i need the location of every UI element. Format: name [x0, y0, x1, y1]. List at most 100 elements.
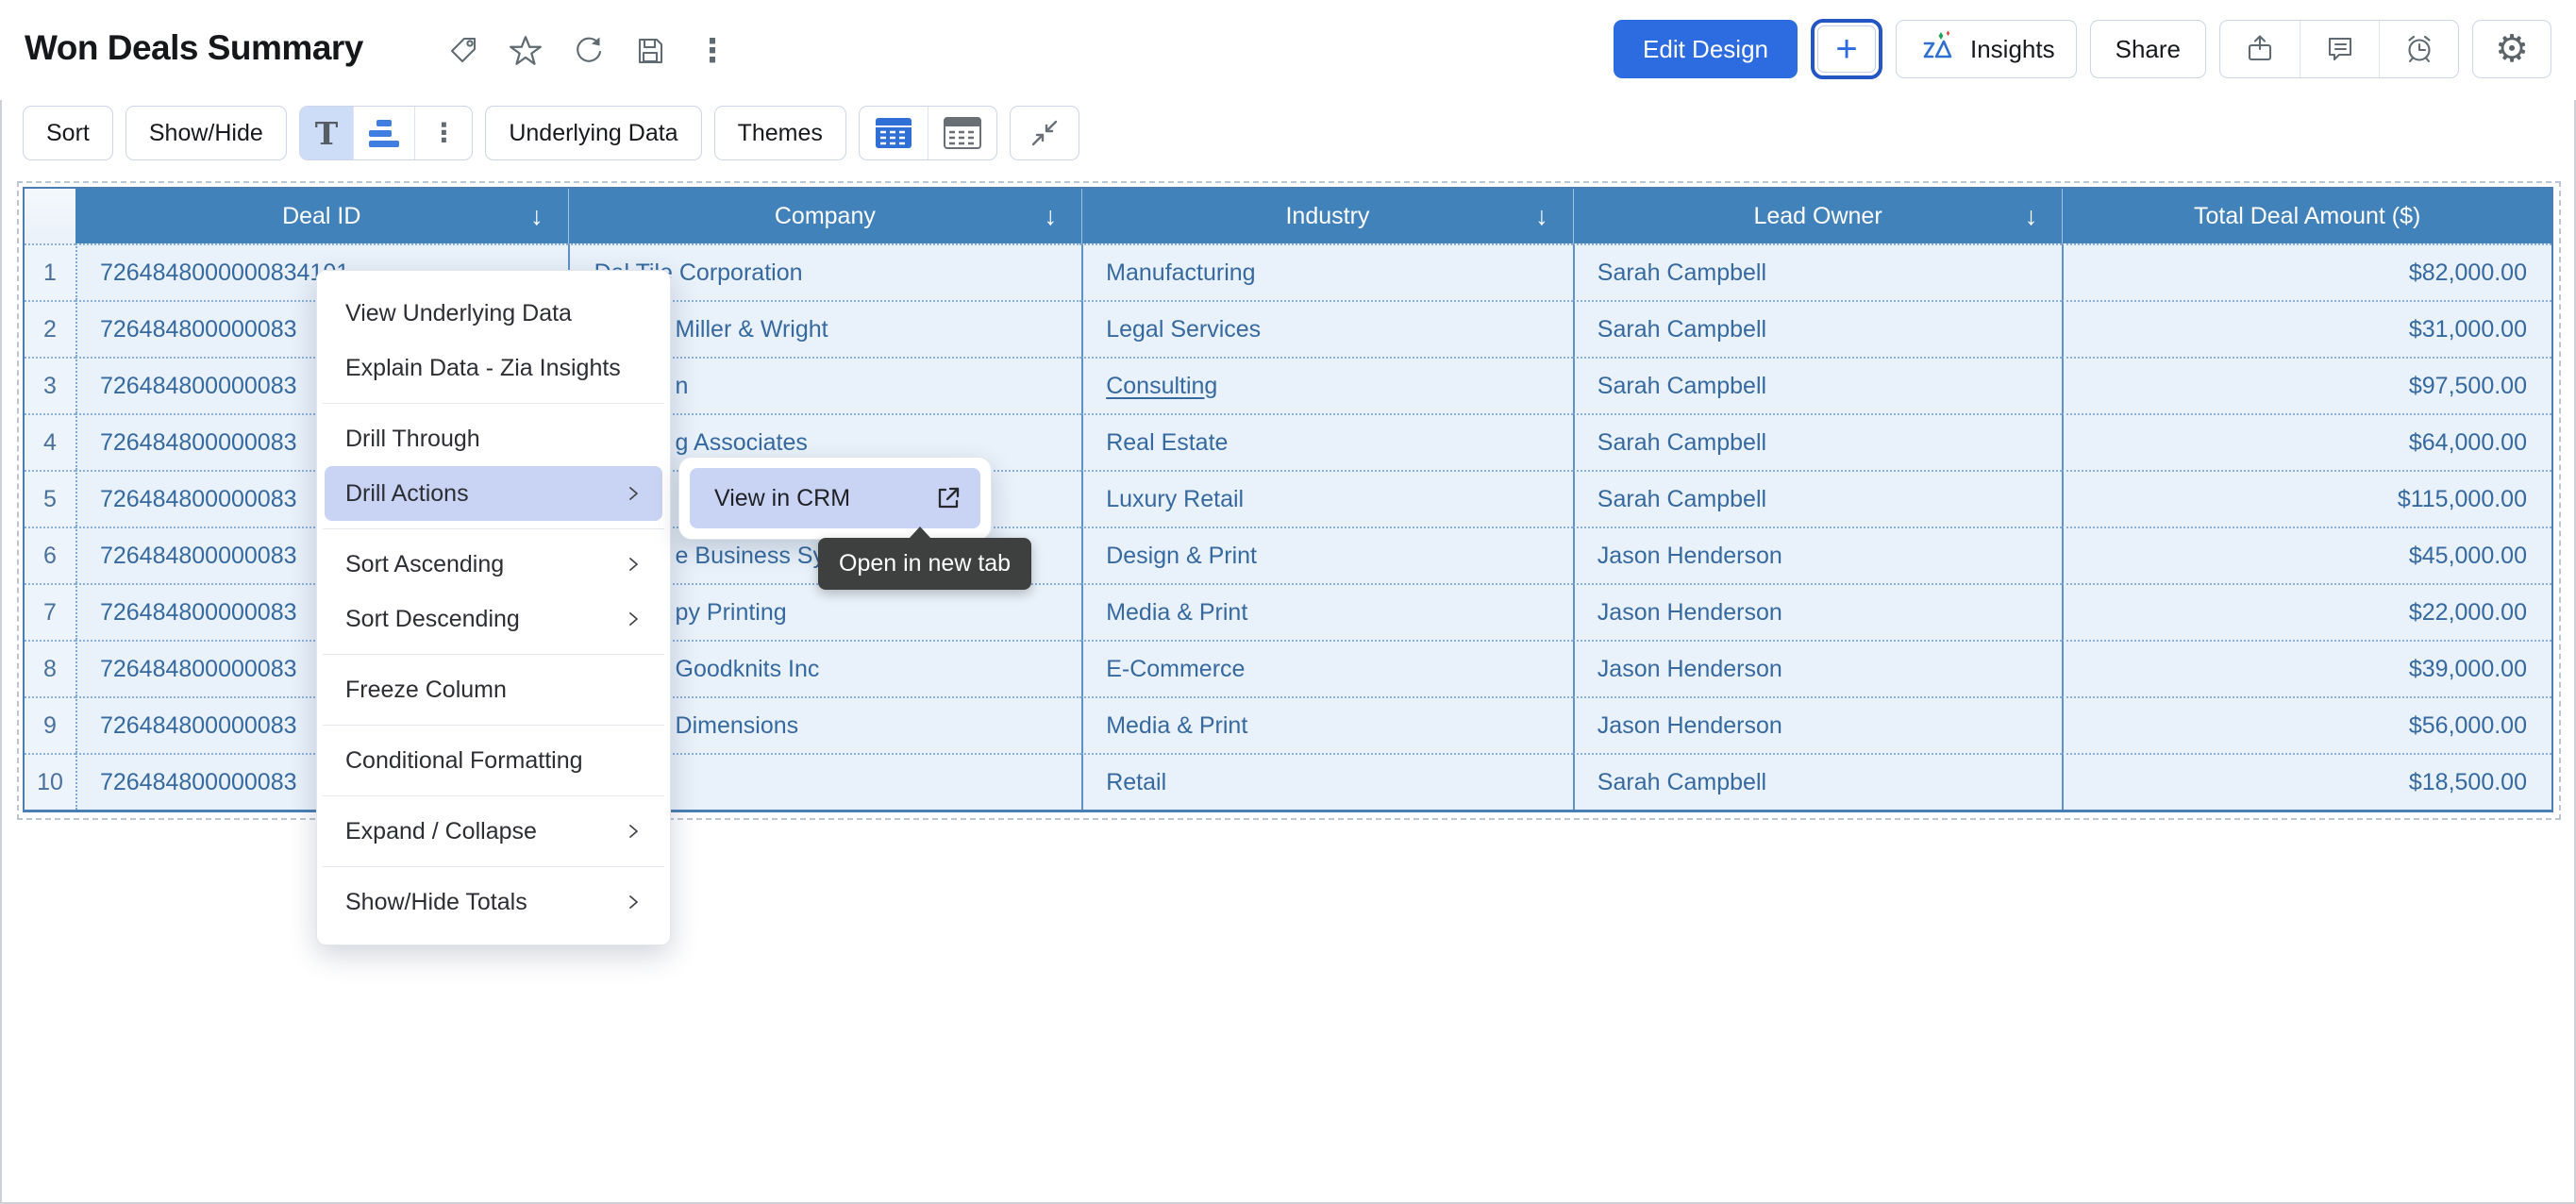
menu-divider [323, 654, 664, 655]
cell-industry[interactable]: Real Estate [1081, 413, 1573, 470]
cell-lead-owner[interactable]: Sarah Campbell [1573, 243, 2063, 300]
insights-button[interactable]: Insights [1896, 20, 2077, 78]
menu-item-sort-ascending[interactable]: Sort Ascending [317, 537, 670, 592]
row-number: 1 [25, 243, 75, 300]
cell-amount[interactable]: $82,000.00 [2062, 243, 2551, 300]
cell-amount[interactable]: $22,000.00 [2062, 583, 2551, 640]
more-vertical-icon[interactable]: ⋮ [414, 107, 472, 159]
cell-amount[interactable]: $18,500.00 [2062, 753, 2551, 810]
chevron-right-icon [625, 556, 642, 573]
show-hide-button[interactable]: Show/Hide [125, 106, 287, 160]
cell-lead-owner[interactable]: Jason Henderson [1573, 696, 2063, 753]
comment-icon[interactable] [2300, 21, 2379, 77]
cell-amount[interactable]: $97,500.00 [2062, 357, 2551, 413]
cell-amount[interactable]: $64,000.00 [2062, 413, 2551, 470]
cell-amount[interactable]: $56,000.00 [2062, 696, 2551, 753]
underlying-data-button[interactable]: Underlying Data [485, 106, 701, 160]
cell-industry[interactable]: Legal Services [1081, 300, 1573, 357]
more-vertical-icon[interactable]: ⋮ [693, 31, 732, 71]
sort-button[interactable]: Sort [23, 106, 113, 160]
cell-industry[interactable]: Media & Print [1081, 696, 1573, 753]
menu-item-label: Drill Actions [345, 480, 469, 508]
settings-gear-icon[interactable]: ⚙ [2472, 20, 2551, 78]
sort-arrow-icon[interactable]: ↓ [1045, 202, 1058, 231]
cell-lead-owner[interactable]: Sarah Campbell [1573, 753, 2063, 810]
menu-item-view-underlying-data[interactable]: View Underlying Data [317, 286, 670, 341]
menu-item-sort-descending[interactable]: Sort Descending [317, 592, 670, 646]
table-gray-icon[interactable] [928, 107, 996, 159]
menu-divider [323, 403, 664, 404]
view-toggle-group: T ⋮ [299, 106, 474, 160]
cell-amount[interactable]: $39,000.00 [2062, 640, 2551, 696]
cell-industry[interactable]: E-Commerce [1081, 640, 1573, 696]
save-icon[interactable] [630, 31, 670, 71]
cell-lead-owner[interactable]: Sarah Campbell [1573, 357, 2063, 413]
cell-industry[interactable]: Design & Print [1081, 527, 1573, 583]
menu-item-expand-collapse[interactable]: Expand / Collapse [317, 804, 670, 859]
cell-amount[interactable]: $115,000.00 [2062, 470, 2551, 527]
page-title: Won Deals Summary [25, 28, 363, 68]
cell-industry[interactable]: Consulting [1081, 357, 1573, 413]
view-in-crm-item[interactable]: View in CRM [690, 468, 980, 528]
collapse-icon [1028, 116, 1062, 150]
header-icon-group [2219, 20, 2459, 78]
column-header-label: Industry [1285, 203, 1369, 230]
column-header-company[interactable]: Company↓ [568, 189, 1082, 243]
row-number: 2 [25, 300, 75, 357]
menu-divider [323, 528, 664, 529]
menu-item-freeze-column[interactable]: Freeze Column [317, 662, 670, 717]
row-number: 6 [25, 527, 75, 583]
themes-button[interactable]: Themes [714, 106, 846, 160]
row-number: 5 [25, 470, 75, 527]
chevron-right-icon [625, 894, 642, 911]
star-icon[interactable] [506, 31, 545, 71]
cell-lead-owner[interactable]: Sarah Campbell [1573, 413, 2063, 470]
header-actions: Edit Design + Insights Share [1614, 19, 2551, 79]
view-toolbar: Sort Show/Hide T ⋮ Underlying Data Theme… [23, 106, 1079, 160]
share-button[interactable]: Share [2090, 20, 2206, 78]
external-link-icon[interactable] [933, 483, 963, 513]
menu-item-label: Expand / Collapse [345, 818, 537, 845]
menu-item-show-hide-totals[interactable]: Show/Hide Totals [317, 875, 670, 929]
view-in-crm-label: View in CRM [714, 485, 850, 512]
collapse-toolbar-button[interactable] [1010, 106, 1079, 160]
cell-lead-owner[interactable]: Sarah Campbell [1573, 300, 2063, 357]
sort-arrow-icon[interactable]: ↓ [1535, 202, 1548, 231]
menu-item-drill-actions[interactable]: Drill Actions [325, 466, 662, 521]
cell-amount[interactable]: $31,000.00 [2062, 300, 2551, 357]
cell-industry[interactable]: Retail [1081, 753, 1573, 810]
cell-lead-owner[interactable]: Sarah Campbell [1573, 470, 2063, 527]
tag-icon[interactable] [443, 31, 483, 71]
edit-design-button[interactable]: Edit Design [1614, 20, 1798, 78]
table-blue-icon[interactable] [860, 107, 928, 159]
add-button[interactable]: + [1811, 19, 1882, 79]
cell-industry[interactable]: Luxury Retail [1081, 470, 1573, 527]
cell-lead-owner[interactable]: Jason Henderson [1573, 640, 2063, 696]
title-icon-row: ⋮ [443, 31, 732, 71]
text-view-icon[interactable]: T [300, 107, 354, 159]
export-icon[interactable] [2220, 21, 2300, 77]
refresh-icon[interactable] [568, 31, 608, 71]
column-header-lead-owner[interactable]: Lead Owner↓ [1573, 189, 2063, 243]
cell-lead-owner[interactable]: Jason Henderson [1573, 527, 2063, 583]
column-header-industry[interactable]: Industry ↓ [1081, 189, 1573, 243]
cell-lead-owner[interactable]: Jason Henderson [1573, 583, 2063, 640]
column-header-label: Deal ID [282, 203, 360, 230]
drill-actions-submenu: View in CRM [678, 457, 992, 540]
column-header-total-deal-amount[interactable]: Total Deal Amount ($) [2062, 189, 2551, 243]
sort-arrow-icon[interactable]: ↓ [2025, 202, 2038, 231]
menu-item-conditional-formatting[interactable]: Conditional Formatting [317, 733, 670, 788]
table-header-row: Deal ID↓Company↓Industry↓Lead Owner↓Tota… [25, 189, 2551, 243]
column-header-deal-id[interactable]: Deal ID ↓ [75, 189, 568, 243]
menu-divider [323, 725, 664, 726]
menu-item-drill-through[interactable]: Drill Through [317, 411, 670, 466]
top-bar: Won Deals Summary ⋮ Edit Design + [0, 0, 2576, 100]
cell-amount[interactable]: $45,000.00 [2062, 527, 2551, 583]
alarm-icon[interactable] [2379, 21, 2458, 77]
cell-industry[interactable]: Media & Print [1081, 583, 1573, 640]
sort-arrow-icon[interactable]: ↓ [530, 202, 544, 231]
chart-view-icon[interactable] [353, 107, 414, 159]
tooltip-text: Open in new tab [839, 550, 1011, 577]
menu-item-explain-data-zia-insights[interactable]: Explain Data - Zia Insights [317, 341, 670, 395]
cell-industry[interactable]: Manufacturing [1081, 243, 1573, 300]
